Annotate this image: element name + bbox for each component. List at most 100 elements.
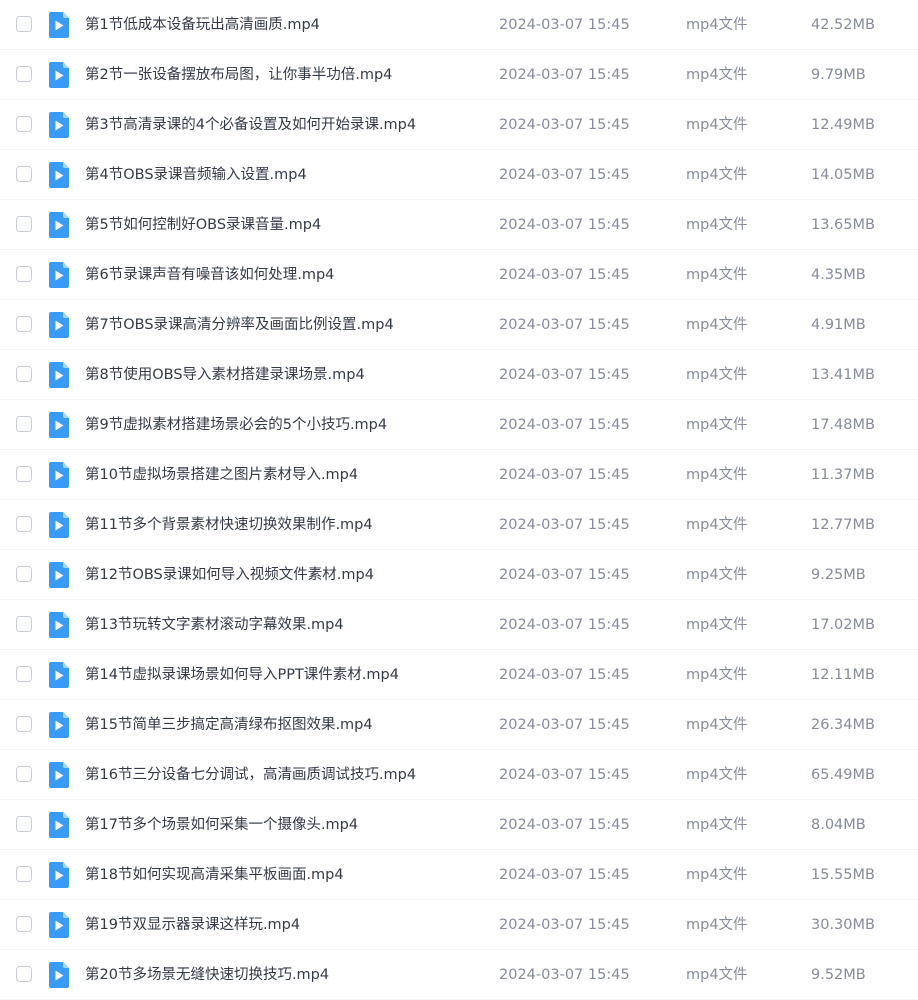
- file-name[interactable]: 第17节多个场景如何采集一个摄像头.mp4: [85, 800, 358, 850]
- file-row[interactable]: 第6节录课声音有噪音该如何处理.mp4 2024-03-07 15:45 mp4文件…: [0, 250, 918, 300]
- file-date: 2024-03-07 15:45: [499, 267, 630, 283]
- video-file-icon: [49, 712, 69, 738]
- file-row[interactable]: 第9节虚拟素材搭建场景必会的5个小技巧.mp4 2024-03-07 15:45 m…: [0, 400, 918, 450]
- row-checkbox[interactable]: [16, 566, 32, 582]
- file-name[interactable]: 第12节OBS录课如何导入视频文件素材.mp4: [85, 550, 374, 600]
- row-checkbox[interactable]: [16, 466, 32, 482]
- file-type: mp4文件: [686, 167, 748, 183]
- file-date: 2024-03-07 15:45: [499, 967, 630, 983]
- file-name[interactable]: 第4节OBS录课音频输入设置.mp4: [85, 150, 307, 200]
- row-checkbox[interactable]: [16, 66, 32, 82]
- file-type: mp4文件: [686, 317, 748, 333]
- file-name[interactable]: 第13节玩转文字素材滚动字幕效果.mp4: [85, 600, 344, 650]
- file-row[interactable]: 第18节如何实现高清采集平板画面.mp4 2024-03-07 15:45 mp4文…: [0, 850, 918, 900]
- video-file-icon: [49, 862, 69, 888]
- file-name[interactable]: 第18节如何实现高清采集平板画面.mp4: [85, 850, 344, 900]
- file-type: mp4文件: [686, 267, 748, 283]
- file-date: 2024-03-07 15:45: [499, 867, 630, 883]
- video-file-icon: [49, 762, 69, 788]
- file-size: 4.35MB: [811, 267, 866, 283]
- video-file-icon: [49, 462, 69, 488]
- file-row[interactable]: 第4节OBS录课音频输入设置.mp4 2024-03-07 15:45 mp4文件 1…: [0, 150, 918, 200]
- video-file-icon: [49, 312, 69, 338]
- file-type: mp4文件: [686, 567, 748, 583]
- file-row[interactable]: 第12节OBS录课如何导入视频文件素材.mp4 2024-03-07 15:45 m…: [0, 550, 918, 600]
- file-name[interactable]: 第6节录课声音有噪音该如何处理.mp4: [85, 250, 334, 300]
- file-row[interactable]: 第16节三分设备七分调试，高清画质调试技巧.mp4 2024-03-07 15:4…: [0, 750, 918, 800]
- file-row[interactable]: 第3节高清录课的4个必备设置及如何开始录课.mp4 2024-03-07 15:4…: [0, 100, 918, 150]
- video-file-icon: [49, 512, 69, 538]
- row-checkbox[interactable]: [16, 816, 32, 832]
- row-checkbox[interactable]: [16, 216, 32, 232]
- file-row[interactable]: 第15节简单三步搞定高清绿布抠图效果.mp4 2024-03-07 15:45 mp…: [0, 700, 918, 750]
- file-date: 2024-03-07 15:45: [499, 317, 630, 333]
- file-size: 11.37MB: [811, 467, 875, 483]
- file-name[interactable]: 第15节简单三步搞定高清绿布抠图效果.mp4: [85, 700, 373, 750]
- file-date: 2024-03-07 15:45: [499, 817, 630, 833]
- row-checkbox[interactable]: [16, 166, 32, 182]
- file-date: 2024-03-07 15:45: [499, 167, 630, 183]
- file-name[interactable]: 第3节高清录课的4个必备设置及如何开始录课.mp4: [85, 100, 416, 150]
- row-checkbox[interactable]: [16, 16, 32, 32]
- file-row[interactable]: 第8节使用OBS导入素材搭建录课场景.mp4 2024-03-07 15:45 mp…: [0, 350, 918, 400]
- file-type: mp4文件: [686, 67, 748, 83]
- file-name[interactable]: 第14节虚拟录课场景如何导入PPT课件素材.mp4: [85, 650, 399, 700]
- row-checkbox[interactable]: [16, 716, 32, 732]
- file-size: 30.30MB: [811, 917, 875, 933]
- file-type: mp4文件: [686, 967, 748, 983]
- file-size: 13.65MB: [811, 217, 875, 233]
- file-date: 2024-03-07 15:45: [499, 917, 630, 933]
- file-row[interactable]: 第20节多场景无缝快速切换技巧.mp4 2024-03-07 15:45 mp4文件…: [0, 950, 918, 1000]
- file-name[interactable]: 第16节三分设备七分调试，高清画质调试技巧.mp4: [85, 750, 416, 800]
- file-size: 12.49MB: [811, 117, 875, 133]
- file-row[interactable]: 第11节多个背景素材快速切换效果制作.mp4 2024-03-07 15:45 mp…: [0, 500, 918, 550]
- video-file-icon: [49, 362, 69, 388]
- file-name[interactable]: 第7节OBS录课高清分辨率及画面比例设置.mp4: [85, 300, 394, 350]
- file-row[interactable]: 第17节多个场景如何采集一个摄像头.mp4 2024-03-07 15:45 mp4…: [0, 800, 918, 850]
- file-row[interactable]: 第13节玩转文字素材滚动字幕效果.mp4 2024-03-07 15:45 mp4文…: [0, 600, 918, 650]
- video-file-icon: [49, 12, 69, 38]
- file-type: mp4文件: [686, 217, 748, 233]
- file-row[interactable]: 第10节虚拟场景搭建之图片素材导入.mp4 2024-03-07 15:45 mp4…: [0, 450, 918, 500]
- row-checkbox[interactable]: [16, 266, 32, 282]
- file-name[interactable]: 第10节虚拟场景搭建之图片素材导入.mp4: [85, 450, 358, 500]
- row-checkbox[interactable]: [16, 516, 32, 532]
- file-name[interactable]: 第8节使用OBS导入素材搭建录课场景.mp4: [85, 350, 365, 400]
- row-checkbox[interactable]: [16, 116, 32, 132]
- video-file-icon: [49, 162, 69, 188]
- video-file-icon: [49, 812, 69, 838]
- file-type: mp4文件: [686, 417, 748, 433]
- file-row[interactable]: 第19节双显示器录课这样玩.mp4 2024-03-07 15:45 mp4文件 30…: [0, 900, 918, 950]
- file-name[interactable]: 第19节双显示器录课这样玩.mp4: [85, 900, 300, 950]
- file-name[interactable]: 第9节虚拟素材搭建场景必会的5个小技巧.mp4: [85, 400, 387, 450]
- file-type: mp4文件: [686, 867, 748, 883]
- file-row[interactable]: 第5节如何控制好OBS录课音量.mp4 2024-03-07 15:45 mp4文件…: [0, 200, 918, 250]
- file-row[interactable]: 第2节一张设备摆放布局图，让你事半功倍.mp4 2024-03-07 15:45 m…: [0, 50, 918, 100]
- file-name[interactable]: 第2节一张设备摆放布局图，让你事半功倍.mp4: [85, 50, 392, 100]
- file-name[interactable]: 第20节多场景无缝快速切换技巧.mp4: [85, 950, 329, 1000]
- file-list: 第1节低成本设备玩出高清画质.mp4 2024-03-07 15:45 mp4文件 4…: [0, 0, 918, 1000]
- file-size: 15.55MB: [811, 867, 875, 883]
- row-checkbox[interactable]: [16, 616, 32, 632]
- file-row[interactable]: 第7节OBS录课高清分辨率及画面比例设置.mp4 2024-03-07 15:45…: [0, 300, 918, 350]
- video-file-icon: [49, 612, 69, 638]
- row-checkbox[interactable]: [16, 766, 32, 782]
- file-row[interactable]: 第1节低成本设备玩出高清画质.mp4 2024-03-07 15:45 mp4文件 4…: [0, 0, 918, 50]
- file-name[interactable]: 第1节低成本设备玩出高清画质.mp4: [85, 0, 320, 50]
- file-size: 4.91MB: [811, 317, 866, 333]
- row-checkbox[interactable]: [16, 966, 32, 982]
- file-type: mp4文件: [686, 17, 748, 33]
- file-date: 2024-03-07 15:45: [499, 567, 630, 583]
- file-size: 26.34MB: [811, 717, 875, 733]
- video-file-icon: [49, 662, 69, 688]
- file-name[interactable]: 第11节多个背景素材快速切换效果制作.mp4: [85, 500, 373, 550]
- row-checkbox[interactable]: [16, 416, 32, 432]
- row-checkbox[interactable]: [16, 316, 32, 332]
- file-size: 65.49MB: [811, 767, 875, 783]
- file-name[interactable]: 第5节如何控制好OBS录课音量.mp4: [85, 200, 321, 250]
- file-row[interactable]: 第14节虚拟录课场景如何导入PPT课件素材.mp4 2024-03-07 15:4…: [0, 650, 918, 700]
- row-checkbox[interactable]: [16, 866, 32, 882]
- row-checkbox[interactable]: [16, 366, 32, 382]
- row-checkbox[interactable]: [16, 666, 32, 682]
- row-checkbox[interactable]: [16, 916, 32, 932]
